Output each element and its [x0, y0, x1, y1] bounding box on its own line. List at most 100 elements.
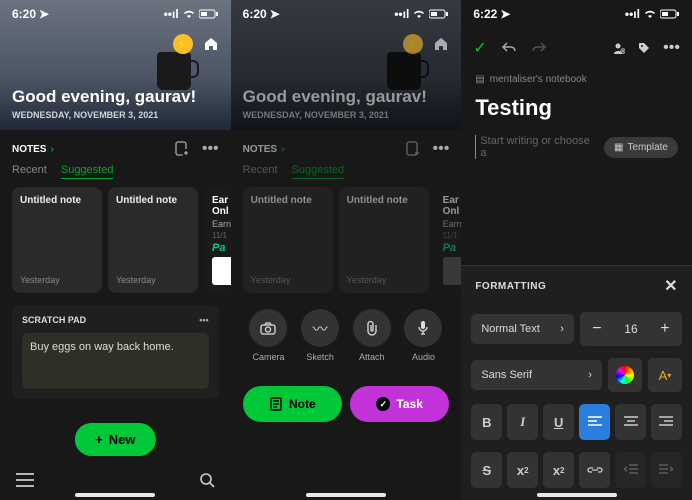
chevron-right-icon: ›: [50, 144, 53, 155]
notes-label[interactable]: NOTES›: [243, 144, 285, 155]
editor-panel: 6:22➤ ••ıl ✓ ••• ▤mentaliser's notebook …: [461, 0, 692, 500]
new-button[interactable]: +New: [75, 423, 155, 456]
note-icon: [269, 397, 283, 411]
location-icon: ➤: [500, 7, 510, 21]
more-icon[interactable]: •••: [663, 39, 680, 57]
promo-card[interactable]: EarOnlEarn11/1Pa: [435, 187, 462, 293]
chevron-right-icon: ›: [281, 144, 284, 155]
location-icon: ➤: [39, 7, 49, 21]
chevron-right-icon: ›: [588, 369, 592, 381]
clock: 6:22: [473, 7, 497, 21]
plus-icon: +: [95, 432, 103, 447]
date-label: WEDNESDAY, NOVEMBER 3, 2021: [12, 110, 219, 120]
chevron-right-icon: ›: [560, 323, 564, 335]
done-button[interactable]: ✓: [473, 38, 486, 58]
search-icon[interactable]: [199, 472, 215, 488]
note-card[interactable]: Untitled noteYesterday: [108, 187, 198, 293]
note-card[interactable]: Untitled noteYesterday: [339, 187, 429, 293]
align-right-button[interactable]: [651, 404, 682, 440]
notebook-icon: ▤: [475, 74, 484, 85]
scratch-input[interactable]: Buy eggs on way back home.: [22, 333, 209, 389]
signal-icon: ••ıl: [164, 7, 179, 21]
decrease-size-button[interactable]: −: [580, 312, 614, 346]
italic-button[interactable]: I: [507, 404, 538, 440]
more-icon[interactable]: •••: [202, 140, 219, 158]
tab-suggested[interactable]: Suggested: [292, 164, 345, 179]
share-icon[interactable]: [611, 41, 625, 55]
font-size-value: 16: [614, 322, 648, 336]
home-panel-overlay: 6:20➤ ••ıl ⚡ Good evening, gaurav! WEDNE…: [231, 0, 462, 500]
strikethrough-button[interactable]: S: [471, 452, 502, 488]
note-card[interactable]: Untitled noteYesterday: [243, 187, 333, 293]
notes-label[interactable]: NOTES›: [12, 144, 54, 155]
note-title[interactable]: Testing: [461, 91, 692, 125]
action-camera[interactable]: Camera: [249, 309, 287, 362]
indent-right-button[interactable]: [651, 452, 682, 488]
indent-left-button[interactable]: [615, 452, 646, 488]
wifi-icon: [182, 9, 196, 19]
more-icon[interactable]: •••: [199, 315, 208, 325]
home-icon[interactable]: [201, 34, 221, 54]
location-icon: ➤: [270, 7, 280, 21]
tab-recent[interactable]: Recent: [12, 164, 47, 179]
highlight-button[interactable]: A▾: [648, 358, 682, 392]
bold-button[interactable]: B: [471, 404, 502, 440]
close-icon[interactable]: ✕: [664, 276, 678, 296]
template-icon: ▦: [614, 142, 623, 153]
cup-illustration: [387, 52, 421, 90]
more-icon[interactable]: •••: [433, 140, 450, 158]
redo-icon[interactable]: [531, 41, 547, 55]
check-icon: ✓: [376, 397, 390, 411]
formatting-label: FORMATTING: [475, 281, 546, 292]
cup-illustration: [157, 52, 191, 90]
wifi-icon: [412, 9, 426, 19]
editor-body[interactable]: Start writing or choose a ▦Template: [461, 125, 692, 169]
editor-placeholder: Start writing or choose a: [475, 135, 596, 159]
note-cards: Untitled noteYesterday Untitled noteYest…: [0, 187, 231, 293]
notes-header: NOTES› •••: [0, 130, 231, 164]
notebook-breadcrumb[interactable]: ▤mentaliser's notebook: [461, 68, 692, 91]
link-button[interactable]: [579, 452, 610, 488]
date-label: WEDNESDAY, NOVEMBER 3, 2021: [243, 110, 450, 120]
editor-header: ✓ •••: [461, 28, 692, 68]
status-bar: 6:22➤ ••ıl: [461, 0, 692, 28]
quick-actions: Camera 〰Sketch Attach Audio: [231, 301, 462, 370]
home-indicator: [537, 493, 617, 497]
new-note-button[interactable]: Note: [243, 386, 342, 422]
tab-recent[interactable]: Recent: [243, 164, 278, 179]
notes-header: NOTES› •••: [231, 130, 462, 164]
underline-button[interactable]: U: [543, 404, 574, 440]
lightning-icon[interactable]: ⚡: [173, 34, 193, 54]
home-icon[interactable]: [431, 34, 451, 54]
signal-icon: ••ıl: [625, 7, 640, 21]
font-family-select[interactable]: Sans Serif›: [471, 360, 602, 390]
action-audio[interactable]: Audio: [404, 309, 442, 362]
tag-icon[interactable]: [637, 41, 651, 55]
menu-icon[interactable]: [16, 473, 34, 487]
scratch-pad: SCRATCH PAD••• Buy eggs on way back home…: [12, 305, 219, 399]
subscript-button[interactable]: x2: [543, 452, 574, 488]
status-bar: 6:20➤ ••ıl: [231, 0, 462, 28]
battery-icon: [660, 9, 680, 19]
note-add-icon[interactable]: [174, 141, 190, 157]
text-color-button[interactable]: [608, 358, 642, 392]
undo-icon[interactable]: [501, 41, 517, 55]
battery-icon: [429, 9, 449, 19]
template-button[interactable]: ▦Template: [604, 137, 678, 158]
tabs: Recent Suggested: [231, 164, 462, 187]
home-indicator: [75, 493, 155, 497]
create-pills: Note ✓Task: [231, 376, 462, 432]
superscript-button[interactable]: x2: [507, 452, 538, 488]
action-sketch[interactable]: 〰Sketch: [301, 309, 339, 362]
lightning-icon[interactable]: ⚡: [403, 34, 423, 54]
align-center-button[interactable]: [615, 404, 646, 440]
tab-suggested[interactable]: Suggested: [61, 164, 114, 179]
note-add-icon[interactable]: [405, 141, 421, 157]
note-card[interactable]: Untitled noteYesterday: [12, 187, 102, 293]
align-left-button[interactable]: [579, 404, 610, 440]
promo-card[interactable]: EarOnlEarn11/1Pa: [204, 187, 231, 293]
action-attach[interactable]: Attach: [353, 309, 391, 362]
paragraph-style-select[interactable]: Normal Text›: [471, 314, 574, 344]
increase-size-button[interactable]: +: [648, 312, 682, 346]
new-task-button[interactable]: ✓Task: [350, 386, 449, 422]
